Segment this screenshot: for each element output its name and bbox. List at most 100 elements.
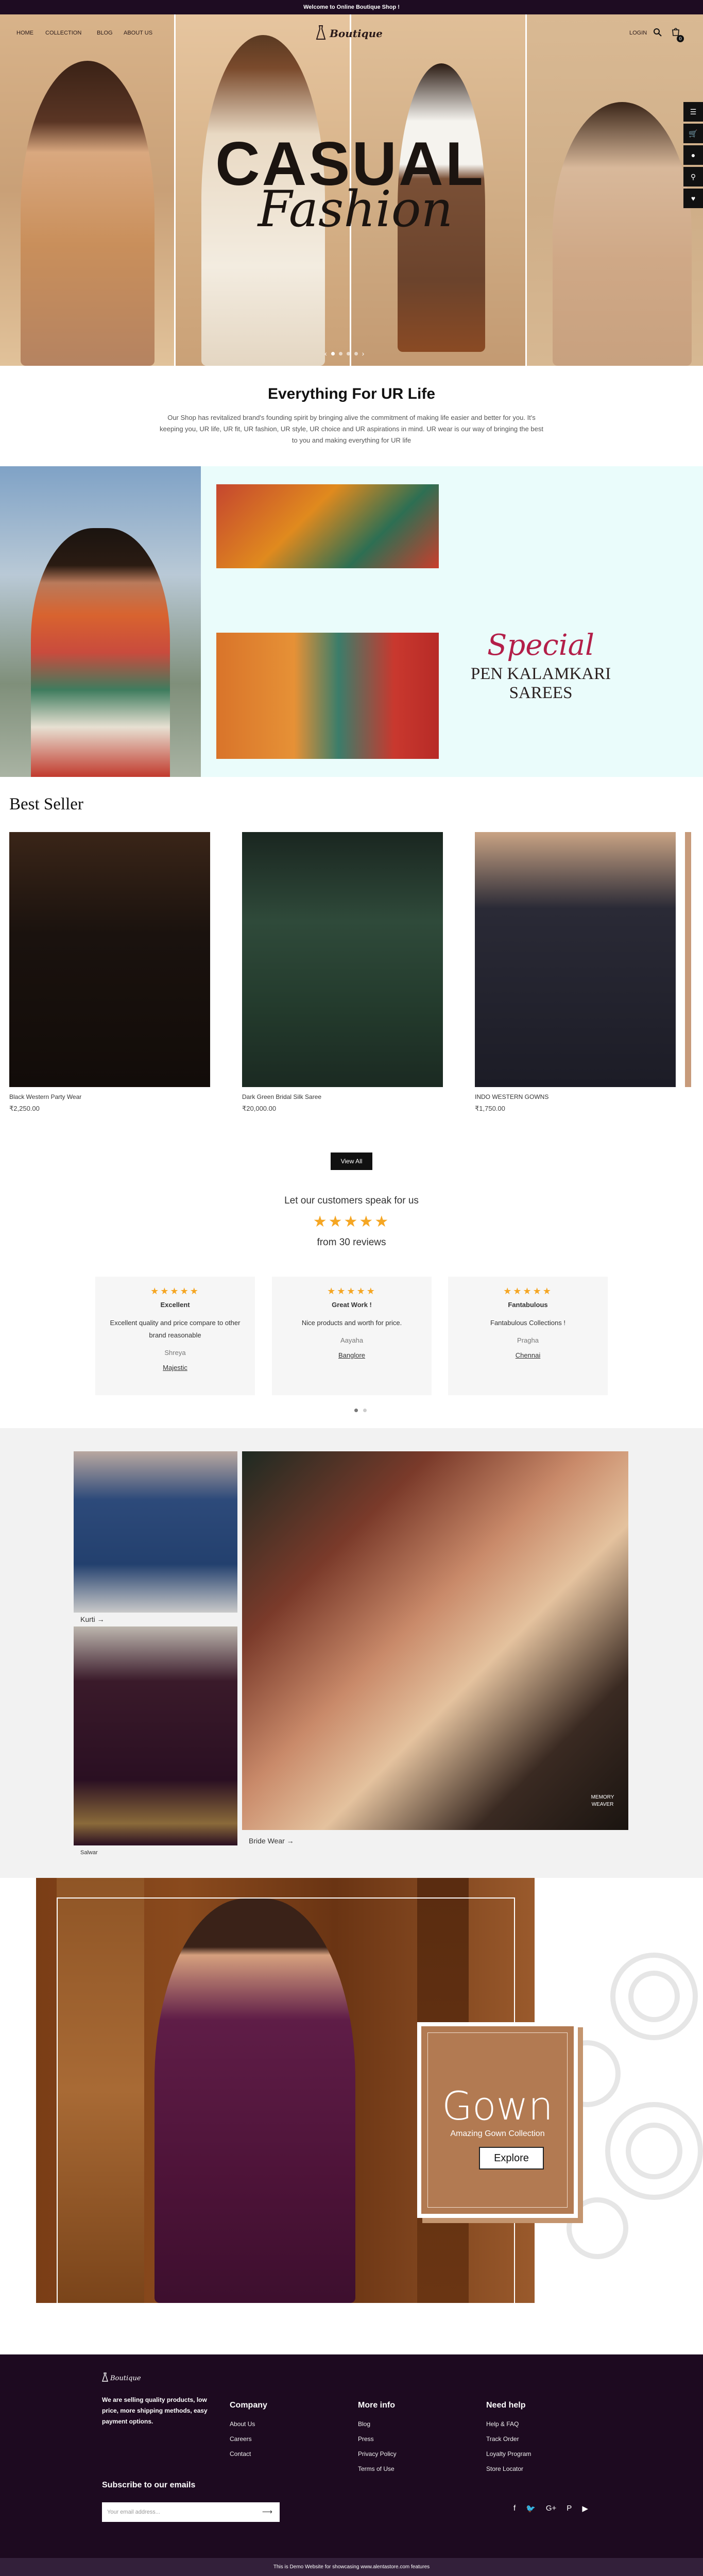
kalamkari-banner[interactable]: Special PEN KALAMKARI SAREES (0, 466, 703, 777)
footer-link[interactable]: Terms of Use (358, 2465, 397, 2472)
heart-icon[interactable]: ♥ (683, 189, 703, 208)
email-subscribe-field[interactable]: Your email address... ⟶ (102, 2502, 280, 2522)
review-product-link[interactable]: Banglore (272, 1351, 432, 1359)
slider-dot[interactable] (354, 351, 358, 355)
search-icon[interactable]: ⚲ (683, 167, 703, 187)
footer-link[interactable]: Track Order (486, 2435, 531, 2443)
google-plus-icon[interactable]: G+ (546, 2504, 556, 2513)
pagination-dot[interactable] (363, 1409, 367, 1412)
next-arrow-icon[interactable]: › (362, 349, 365, 358)
product-image[interactable] (9, 832, 210, 1087)
product-name[interactable]: INDO WESTERN GOWNS (475, 1093, 679, 1100)
review-title: Fantabulous (508, 1301, 548, 1309)
cart-icon[interactable]: 🛒 (683, 124, 703, 143)
pinterest-icon[interactable]: P (567, 2504, 572, 2513)
salwar-label[interactable]: Salwar (80, 1850, 98, 1856)
facebook-icon[interactable]: f (513, 2504, 516, 2513)
footer-more-info: More info Blog Press Privacy Policy Term… (358, 2401, 397, 2480)
footer-link[interactable]: Loyalty Program (486, 2450, 531, 2458)
floating-toolbar: ☰ 🛒 ● ⚲ ♥ (683, 102, 703, 210)
nav-collection[interactable]: COLLECTION (45, 30, 81, 36)
hero-slider[interactable]: HOME COLLECTION BLOG ABOUT US Boutique L… (0, 14, 703, 366)
nav-about-us[interactable]: ABOUT US (124, 30, 152, 36)
footer-company-heading: Company (230, 2401, 267, 2410)
bride-wear-image[interactable] (242, 1451, 628, 1830)
footer-link[interactable]: About Us (230, 2420, 267, 2428)
slider-dot[interactable] (331, 351, 335, 355)
footer-company: Company About Us Careers Contact (230, 2401, 267, 2465)
footer-link[interactable]: Press (358, 2435, 397, 2443)
review-author: Aayaha (340, 1336, 364, 1344)
youtube-icon[interactable]: ▶ (582, 2504, 588, 2513)
intro-section: Everything For UR Life Our Shop has revi… (0, 366, 703, 466)
nav-home[interactable]: HOME (16, 30, 33, 36)
reviews-summary: Let our customers speak for us ★★★★★ fro… (0, 1195, 703, 1248)
footer-link[interactable]: Blog (358, 2420, 397, 2428)
login-link[interactable]: LOGIN (629, 30, 647, 36)
product-name[interactable]: Dark Green Bridal Silk Saree (242, 1093, 447, 1100)
footer-link[interactable]: Contact (230, 2450, 267, 2458)
footer-link[interactable]: Store Locator (486, 2465, 531, 2472)
slider-dot[interactable] (346, 351, 350, 355)
product-card[interactable]: Black Western Party Wear ₹2,250.00 (0, 832, 214, 1113)
search-icon[interactable] (653, 28, 662, 40)
footer-bottom-bar: This is Demo Website for showcasing www.… (0, 2558, 703, 2576)
product-image[interactable] (242, 832, 443, 1087)
review-author: Pragha (517, 1336, 539, 1344)
pagination-dot[interactable] (354, 1409, 358, 1412)
collections-grid: Kurti → Salwar MEMORY WEAVER Bride Wear … (0, 1428, 703, 1878)
arrow-right-icon[interactable]: ⟶ (262, 2507, 272, 2516)
nav-blog[interactable]: BLOG (97, 30, 113, 36)
bride-wear-link[interactable]: Bride Wear → (249, 1837, 294, 1845)
gown-promo-box: Gown Amazing Gown Collection Explore (417, 2022, 578, 2218)
twitter-icon[interactable]: 🐦 (526, 2504, 536, 2513)
review-body: Excellent quality and price compare to o… (110, 1319, 241, 1339)
product-price: ₹2,250.00 (9, 1105, 40, 1112)
footer-link[interactable]: Help & FAQ (486, 2420, 531, 2428)
site-logo[interactable]: Boutique (315, 25, 392, 42)
footer-more-info-heading: More info (358, 2401, 395, 2410)
product-card[interactable]: Dark Green Bridal Silk Saree ₹20,000.00 (233, 832, 447, 1113)
slider-dot[interactable] (338, 351, 342, 355)
prev-arrow-icon[interactable]: ‹ (324, 349, 327, 358)
kurti-image[interactable] (74, 1451, 237, 1613)
main-nav: HOME COLLECTION BLOG ABOUT US Boutique L… (0, 14, 703, 56)
hero-panel-4 (527, 14, 703, 366)
gown-banner[interactable]: Gown Amazing Gown Collection Explore (0, 1878, 703, 2354)
rating-stars: ★★★★★ (313, 1213, 390, 1230)
dress-icon (102, 2372, 108, 2384)
next-product-peek[interactable] (685, 832, 691, 1087)
announcement-text: Welcome to Online Boutique Shop ! (303, 4, 400, 10)
review-count: from 30 reviews (317, 1237, 386, 1248)
subscribe-heading: Subscribe to our emails (102, 2481, 196, 2489)
footer-logo[interactable]: Boutique (102, 2372, 141, 2384)
user-icon[interactable]: ● (683, 145, 703, 165)
logo-text: Boutique (330, 27, 383, 40)
saree-detail-image-2 (216, 633, 439, 759)
product-price: ₹20,000.00 (242, 1105, 277, 1112)
explore-button[interactable]: Explore (479, 2147, 544, 2170)
email-placeholder: Your email address... (107, 2509, 160, 2515)
product-name[interactable]: Black Western Party Wear (9, 1093, 214, 1100)
salwar-image[interactable] (74, 1626, 237, 1845)
view-all-button[interactable]: View All (331, 1153, 372, 1170)
product-image[interactable] (475, 832, 676, 1087)
footer-link[interactable]: Careers (230, 2435, 267, 2443)
footer-logo-text: Boutique (110, 2374, 141, 2382)
footer-link[interactable]: Privacy Policy (358, 2450, 397, 2458)
product-card[interactable]: INDO WESTERN GOWNS ₹1,750.00 (466, 832, 679, 1113)
best-seller-heading: Best Seller (9, 795, 83, 814)
saree-detail-image-1 (216, 484, 439, 568)
review-product-link[interactable]: Majestic (95, 1364, 255, 1371)
reviews-heading: Let our customers speak for us (284, 1195, 419, 1206)
review-card: ★★★★★ Excellent Excellent quality and pr… (95, 1277, 255, 1395)
kurti-link[interactable]: Kurti → (80, 1615, 105, 1623)
gown-title: Gown (442, 2083, 553, 2129)
list-icon[interactable]: ☰ (683, 102, 703, 122)
intro-heading: Everything For UR Life (267, 385, 436, 402)
dress-icon (315, 25, 327, 43)
cart-count-badge: 0 (677, 35, 684, 42)
review-product-link[interactable]: Chennai (448, 1351, 608, 1359)
review-body: Fantabulous Collections ! (490, 1319, 565, 1327)
review-title: Excellent (160, 1301, 190, 1309)
